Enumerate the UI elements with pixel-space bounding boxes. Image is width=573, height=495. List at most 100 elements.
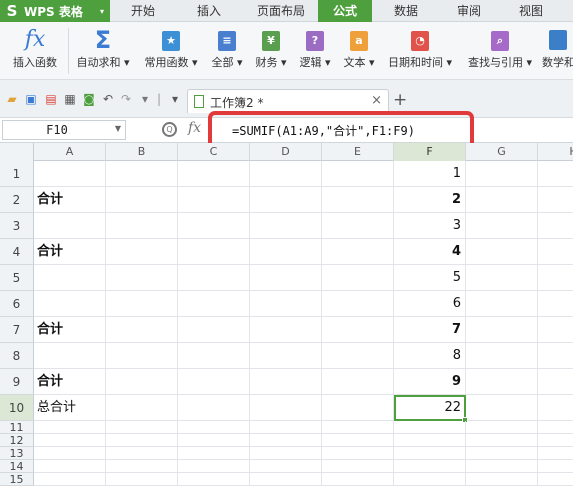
column-header-d[interactable]: D [250, 143, 322, 161]
cell-c9[interactable] [178, 369, 250, 395]
cell-e9[interactable] [322, 369, 394, 395]
cell-d8[interactable] [250, 343, 322, 369]
cell-h3[interactable] [538, 213, 573, 239]
cell-g13[interactable] [466, 447, 538, 460]
cell-c1[interactable] [178, 161, 250, 187]
cell-e1[interactable] [322, 161, 394, 187]
row-header-4[interactable]: 4 [0, 239, 34, 265]
cell-g5[interactable] [466, 265, 538, 291]
undo-icon[interactable]: ↶ [101, 92, 115, 106]
cell-h9[interactable] [538, 369, 573, 395]
cell-a2[interactable]: 合计 [34, 187, 106, 213]
math-button[interactable]: 数学和 [542, 26, 573, 78]
row-header-5[interactable]: 5 [0, 265, 34, 291]
more-icon[interactable]: ▾ [138, 92, 152, 106]
cell-b6[interactable] [106, 291, 178, 317]
cell-d13[interactable] [250, 447, 322, 460]
cell-e11[interactable] [322, 421, 394, 434]
row-header-12[interactable]: 12 [0, 434, 34, 447]
cell-f7[interactable]: 7 [394, 317, 466, 343]
lookup-reference-button[interactable]: ⌕ 查找与引用 ▾ [462, 26, 538, 78]
cell-g3[interactable] [466, 213, 538, 239]
cell-f13[interactable] [394, 447, 466, 460]
cell-d2[interactable] [250, 187, 322, 213]
cell-a1[interactable] [34, 161, 106, 187]
cell-a9[interactable]: 合计 [34, 369, 106, 395]
cell-d10[interactable] [250, 395, 322, 421]
column-header-e[interactable]: E [322, 143, 394, 161]
cell-c14[interactable] [178, 460, 250, 473]
cell-f9[interactable]: 9 [394, 369, 466, 395]
cell-c2[interactable] [178, 187, 250, 213]
column-header-f[interactable]: F [394, 143, 466, 161]
cell-g11[interactable] [466, 421, 538, 434]
cell-d15[interactable] [250, 473, 322, 486]
cell-b8[interactable] [106, 343, 178, 369]
close-icon[interactable]: × [371, 93, 382, 108]
cell-c6[interactable] [178, 291, 250, 317]
cell-h13[interactable] [538, 447, 573, 460]
cell-e8[interactable] [322, 343, 394, 369]
cell-f15[interactable] [394, 473, 466, 486]
row-header-3[interactable]: 3 [0, 213, 34, 239]
print-icon[interactable]: ▦ [63, 92, 77, 106]
cell-e15[interactable] [322, 473, 394, 486]
cell-e7[interactable] [322, 317, 394, 343]
column-header-h[interactable]: H [538, 143, 573, 161]
cell-c4[interactable] [178, 239, 250, 265]
cell-b14[interactable] [106, 460, 178, 473]
tab-formulas[interactable]: 公式 [318, 0, 372, 22]
cell-c11[interactable] [178, 421, 250, 434]
cell-b3[interactable] [106, 213, 178, 239]
column-header-g[interactable]: G [466, 143, 538, 161]
cell-d1[interactable] [250, 161, 322, 187]
cell-a13[interactable] [34, 447, 106, 460]
select-all-corner[interactable] [0, 143, 34, 161]
cell-f11[interactable] [394, 421, 466, 434]
cell-b1[interactable] [106, 161, 178, 187]
cell-d14[interactable] [250, 460, 322, 473]
cell-c3[interactable] [178, 213, 250, 239]
cell-d9[interactable] [250, 369, 322, 395]
cell-g12[interactable] [466, 434, 538, 447]
cell-h5[interactable] [538, 265, 573, 291]
cell-a3[interactable] [34, 213, 106, 239]
tab-review[interactable]: 审阅 [440, 0, 498, 22]
cell-e4[interactable] [322, 239, 394, 265]
cell-e6[interactable] [322, 291, 394, 317]
cell-f4[interactable]: 4 [394, 239, 466, 265]
cell-e13[interactable] [322, 447, 394, 460]
cell-a15[interactable] [34, 473, 106, 486]
common-functions-button[interactable]: ★ 常用函数 ▾ [138, 26, 204, 78]
cell-b4[interactable] [106, 239, 178, 265]
column-header-a[interactable]: A [34, 143, 106, 161]
cell-f3[interactable]: 3 [394, 213, 466, 239]
cell-g8[interactable] [466, 343, 538, 369]
cell-a4[interactable]: 合计 [34, 239, 106, 265]
cell-g10[interactable] [466, 395, 538, 421]
row-header-8[interactable]: 8 [0, 343, 34, 369]
cell-c10[interactable] [178, 395, 250, 421]
cell-c13[interactable] [178, 447, 250, 460]
cell-d4[interactable] [250, 239, 322, 265]
chevron-down-icon[interactable]: ▼ [115, 124, 121, 133]
cell-e2[interactable] [322, 187, 394, 213]
cell-a7[interactable]: 合计 [34, 317, 106, 343]
cell-h14[interactable] [538, 460, 573, 473]
document-tab[interactable]: 工作簿2 * × [187, 89, 389, 113]
cell-b7[interactable] [106, 317, 178, 343]
cell-g7[interactable] [466, 317, 538, 343]
cell-b13[interactable] [106, 447, 178, 460]
cell-a11[interactable] [34, 421, 106, 434]
new-tab-icon[interactable]: + [393, 90, 407, 110]
autosum-button[interactable]: Σ 自动求和 ▾ [72, 26, 134, 78]
cell-a6[interactable] [34, 291, 106, 317]
tab-home[interactable]: 开始 [112, 0, 174, 22]
cell-h8[interactable] [538, 343, 573, 369]
cell-f8[interactable]: 8 [394, 343, 466, 369]
cell-g4[interactable] [466, 239, 538, 265]
cell-f1[interactable]: 1 [394, 161, 466, 187]
cell-h7[interactable] [538, 317, 573, 343]
cell-a8[interactable] [34, 343, 106, 369]
cell-g15[interactable] [466, 473, 538, 486]
